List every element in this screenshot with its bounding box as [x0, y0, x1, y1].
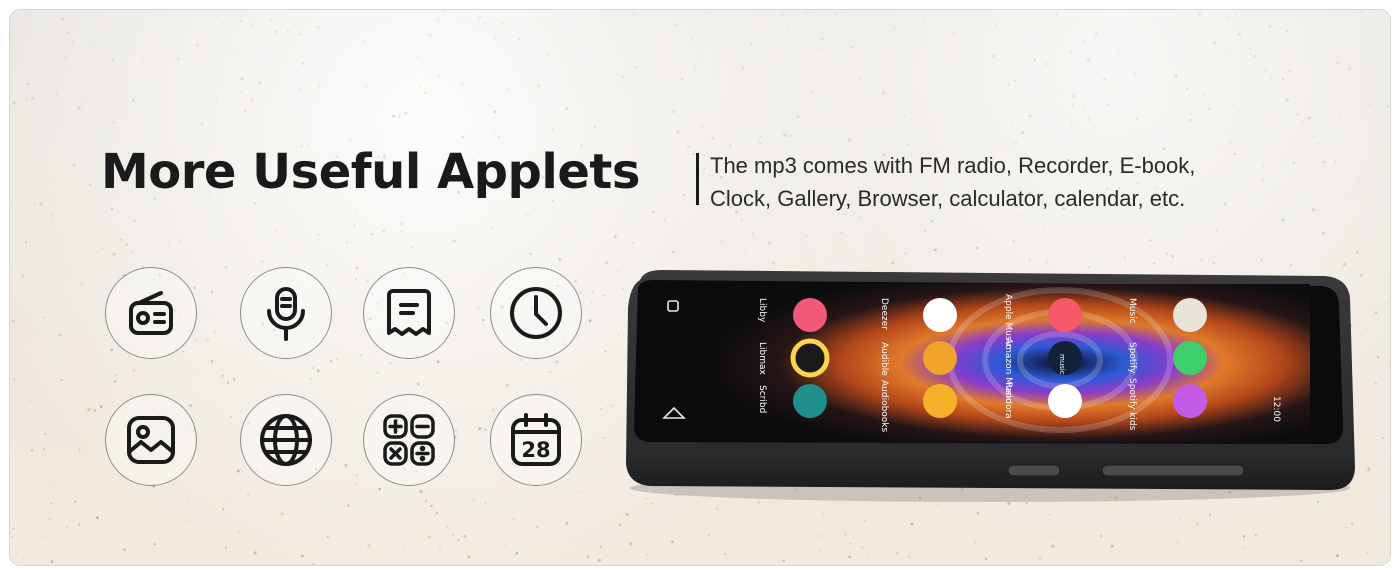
pandora-app-icon[interactable]	[1048, 384, 1082, 418]
libby-app-icon[interactable]	[793, 298, 827, 332]
calculator-icon	[363, 394, 455, 486]
side-button-long[interactable]	[1101, 464, 1245, 477]
center-icon-label: music	[1058, 354, 1066, 375]
calendar-day: 28	[521, 438, 550, 462]
app-label-pandora: Pandora	[1003, 382, 1013, 419]
app-label-deezer: Deezer	[879, 298, 889, 330]
spotify-app-icon[interactable]	[1173, 341, 1207, 375]
gallery-icon	[105, 394, 197, 486]
calendar-icon: 28	[490, 394, 582, 486]
spotify-kids-app-icon[interactable]	[1173, 384, 1207, 418]
app-label-libmax: Libmax	[757, 342, 767, 376]
deezer-app-icon[interactable]	[923, 298, 957, 332]
product-banner: More Useful Applets The mp3 comes with F…	[10, 10, 1390, 565]
headline: More Useful Applets	[101, 144, 640, 200]
subtitle: The mp3 comes with FM radio, Recorder, E…	[710, 149, 1350, 215]
app-label-music: Music	[1127, 298, 1137, 324]
app-label-spotify-kids: Spotify kids	[1127, 378, 1137, 431]
mp3-player-device: Libby Libmax Scribd Deezer Audible Audio…	[626, 270, 1355, 502]
apple-music-app-icon[interactable]	[1048, 298, 1082, 332]
app-label-audible: Audible	[879, 342, 889, 376]
ebook-icon	[363, 267, 455, 359]
microphone-icon	[240, 267, 332, 359]
audible-app-icon[interactable]	[923, 341, 957, 375]
app-label-spotify: Spotify	[1127, 342, 1137, 374]
music-app-icon[interactable]	[1173, 298, 1207, 332]
app-label-audiobooks: Audiobooks	[879, 380, 889, 433]
app-label-libby: Libby	[757, 298, 767, 323]
subtitle-line-1: The mp3 comes with FM radio, Recorder, E…	[710, 153, 1196, 178]
clock-icon	[490, 267, 582, 359]
radio-icon	[105, 267, 197, 359]
side-button-small[interactable]	[1007, 464, 1061, 477]
scribd-app-icon[interactable]	[793, 384, 827, 418]
title-divider	[696, 153, 699, 205]
browser-globe-icon	[240, 394, 332, 486]
status-time: 12:00	[1271, 396, 1281, 422]
app-label-scribd: Scribd	[757, 385, 767, 413]
audiobooks-app-icon[interactable]	[923, 384, 957, 418]
subtitle-line-2: Clock, Gallery, Browser, calculator, cal…	[710, 186, 1186, 211]
libmax-app-icon[interactable]	[790, 338, 830, 378]
